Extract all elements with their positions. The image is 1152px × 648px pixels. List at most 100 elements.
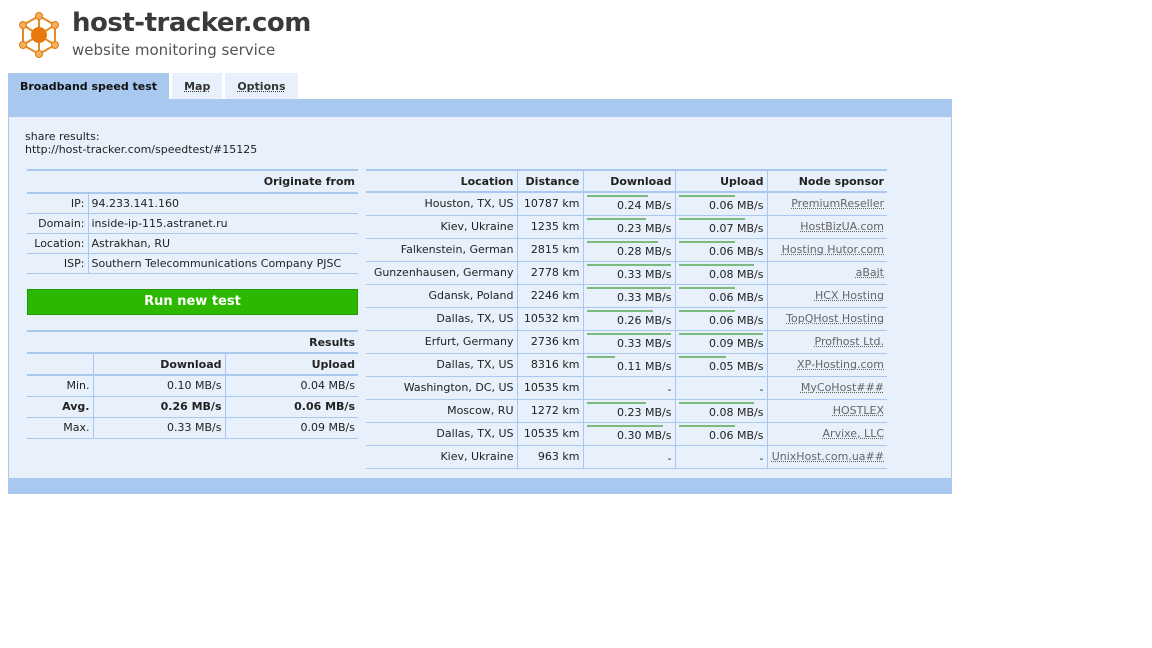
tab-bar: Broadband speed test Map Options bbox=[8, 73, 301, 99]
results-title: Results bbox=[27, 330, 358, 354]
distance-text: 2815 km bbox=[530, 243, 580, 256]
distance-text: 10532 km bbox=[523, 312, 580, 325]
location-text: Washington, DC, US bbox=[403, 381, 514, 394]
location-cell: Gunzenhausen, Germany bbox=[366, 261, 518, 285]
location-cell: Washington, DC, US bbox=[366, 376, 518, 400]
upload-cell: 0.05 MB/s bbox=[675, 353, 768, 377]
origin-row-isp: ISP: Southern Telecommunications Company… bbox=[27, 253, 358, 274]
download-cell: 0.11 MB/s bbox=[583, 353, 676, 377]
sponsor-link[interactable]: XP-Hosting.com bbox=[797, 358, 884, 371]
share-results-label: share results: bbox=[25, 130, 100, 143]
origin-domain-value: inside-ip-115.astranet.ru bbox=[88, 213, 358, 234]
origin-key: IP: bbox=[27, 193, 89, 214]
distance-text: 8316 km bbox=[530, 358, 580, 371]
sponsor-link[interactable]: PremiumReseller bbox=[791, 197, 884, 210]
host-tracker-logo-icon bbox=[19, 12, 59, 58]
sponsor-link[interactable]: aBajt bbox=[856, 266, 884, 279]
tab-map[interactable]: Map bbox=[172, 73, 223, 99]
location-text: Kiev, Ukraine bbox=[440, 220, 514, 233]
tab-broadband-speed-test[interactable]: Broadband speed test bbox=[8, 73, 170, 99]
location-text: Dallas, TX, US bbox=[436, 358, 514, 371]
distance-text: 2736 km bbox=[530, 335, 580, 348]
results-download-value: 0.10 MB/s bbox=[93, 375, 226, 397]
speed-test-panel: share results: http://host-tracker.com/s… bbox=[8, 99, 952, 494]
upload-cell-text: 0.06 MB/s bbox=[709, 245, 764, 258]
results-row-label: Min. bbox=[27, 375, 94, 397]
results-row-avg: Avg. 0.26 MB/s 0.06 MB/s bbox=[27, 396, 358, 418]
download-cell-bar bbox=[586, 263, 671, 266]
sponsor-cell: XP-Hosting.com bbox=[767, 353, 887, 377]
distance-text: 10787 km bbox=[523, 197, 580, 211]
sponsor-cell: PremiumReseller bbox=[767, 192, 887, 216]
upload-cell-text: 0.06 MB/s bbox=[709, 429, 764, 442]
sponsor-link[interactable]: HOSTLEX bbox=[833, 404, 884, 417]
sponsor-cell: aBajt bbox=[767, 261, 887, 285]
upload-cell: - bbox=[675, 445, 768, 469]
results-row-label: Avg. bbox=[27, 396, 94, 418]
upload-cell-text: - bbox=[759, 452, 764, 465]
download-cell-text: 0.33 MB/s bbox=[617, 337, 672, 350]
upload-cell: 0.07 MB/s bbox=[675, 215, 768, 239]
download-cell: 0.24 MB/s bbox=[583, 192, 676, 216]
origin-row-location: Location: Astrakhan, RU bbox=[27, 233, 358, 254]
download-cell-text: 0.30 MB/s bbox=[617, 429, 672, 442]
sponsor-link[interactable]: Arvixe, LLC bbox=[823, 427, 884, 440]
upload-cell: 0.06 MB/s bbox=[675, 422, 768, 446]
location-cell: Dallas, TX, US bbox=[366, 307, 518, 331]
distance-text: 10535 km bbox=[523, 427, 580, 440]
location-cell: Moscow, RU bbox=[366, 399, 518, 423]
download-cell: 0.28 MB/s bbox=[583, 238, 676, 262]
sponsor-link[interactable]: TopQHost Hosting bbox=[786, 312, 884, 325]
download-cell-text: 0.26 MB/s bbox=[617, 314, 672, 327]
sponsor-cell: HostBizUA.com bbox=[767, 215, 887, 239]
upload-cell-bar bbox=[678, 286, 735, 289]
sponsor-link[interactable]: HCX Hosting bbox=[815, 289, 884, 302]
location-cell: Houston, TX, US bbox=[366, 192, 518, 216]
speed-row: Gdansk, Poland 2246 km 0.33 MB/s 0.06 MB/s H… bbox=[366, 284, 887, 308]
location-cell: Kiev, Ukraine bbox=[366, 445, 518, 469]
distance-text: 1272 km bbox=[530, 404, 580, 417]
speed-row: Erfurt, Germany 2736 km 0.33 MB/s 0.09 MB/s… bbox=[366, 330, 887, 354]
upload-cell-bar bbox=[678, 332, 763, 335]
location-text: Erfurt, Germany bbox=[424, 335, 514, 348]
distance-text: 10535 km bbox=[523, 381, 580, 394]
upload-cell: 0.06 MB/s bbox=[675, 238, 768, 262]
sponsor-link[interactable]: Profhost Ltd. bbox=[815, 335, 885, 348]
distance-cell: 2736 km bbox=[517, 330, 584, 354]
sponsor-link[interactable]: MyCoHost### bbox=[801, 381, 884, 394]
upload-cell-text: 0.05 MB/s bbox=[709, 360, 764, 373]
distance-cell: 8316 km bbox=[517, 353, 584, 377]
download-cell-bar bbox=[586, 424, 663, 427]
origin-location-value: Astrakhan, RU bbox=[88, 233, 358, 254]
upload-cell-bar bbox=[678, 263, 754, 266]
download-cell: 0.26 MB/s bbox=[583, 307, 676, 331]
results-col-upload: Upload bbox=[225, 353, 358, 376]
upload-cell-text: 0.08 MB/s bbox=[709, 268, 764, 281]
distance-text: 2778 km bbox=[530, 266, 580, 279]
download-cell-text: - bbox=[667, 452, 672, 465]
upload-cell-text: - bbox=[759, 383, 764, 396]
sponsor-link[interactable]: UnixHost.com.ua## bbox=[772, 450, 884, 463]
upload-cell-text: 0.06 MB/s bbox=[709, 199, 764, 213]
location-text: Houston, TX, US bbox=[424, 197, 514, 211]
upload-cell: 0.06 MB/s bbox=[675, 284, 768, 308]
distance-cell: 10535 km bbox=[517, 376, 584, 400]
tab-options[interactable]: Options bbox=[225, 73, 298, 99]
location-cell: Dallas, TX, US bbox=[366, 422, 518, 446]
sponsor-link[interactable]: Hosting Hutor.com bbox=[782, 243, 884, 256]
run-new-test-button[interactable]: Run new test bbox=[27, 289, 358, 315]
speed-row: Washington, DC, US 10535 km - - MyCoHost### bbox=[366, 376, 887, 400]
distance-cell: 1272 km bbox=[517, 399, 584, 423]
location-text: Gdansk, Poland bbox=[428, 289, 514, 302]
upload-cell: 0.06 MB/s bbox=[675, 307, 768, 331]
download-cell-text: 0.33 MB/s bbox=[617, 291, 672, 304]
speed-row: Kiev, Ukraine 1235 km 0.23 MB/s 0.07 MB/s Ho… bbox=[366, 215, 887, 239]
sponsor-cell: MyCoHost### bbox=[767, 376, 887, 400]
distance-cell: 2815 km bbox=[517, 238, 584, 262]
sponsor-link[interactable]: HostBizUA.com bbox=[800, 220, 884, 233]
location-text: Dallas, TX, US bbox=[436, 312, 514, 325]
sponsor-cell: HOSTLEX bbox=[767, 399, 887, 423]
speed-row: Falkenstein, German 2815 km 0.28 MB/s 0.06 … bbox=[366, 238, 887, 262]
upload-cell: 0.08 MB/s bbox=[675, 399, 768, 423]
speed-results-table: Location Distance Download Upload Node s… bbox=[366, 169, 887, 469]
